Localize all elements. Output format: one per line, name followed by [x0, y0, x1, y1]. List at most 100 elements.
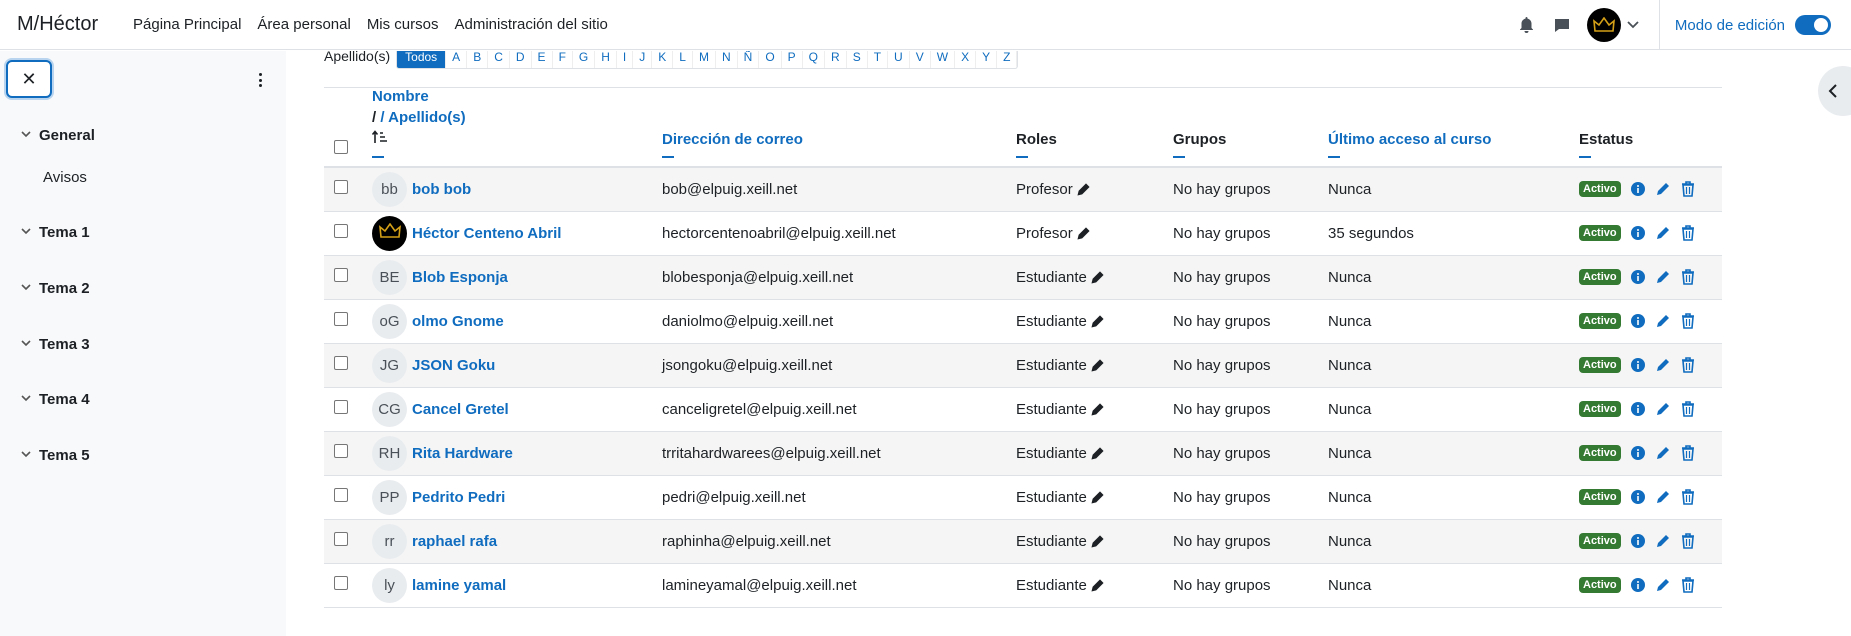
user-name-link[interactable]: Cancel Gretel — [412, 401, 509, 418]
header-name[interactable]: Nombre / / Apellido(s) — [371, 87, 662, 168]
edit-mode-toggle[interactable]: Modo de edición — [1675, 15, 1831, 35]
drawer-item-avisos[interactable]: Avisos — [43, 169, 87, 186]
row-checkbox[interactable] — [334, 444, 348, 458]
user-name-link[interactable]: JSON Goku — [412, 357, 495, 374]
close-drawer-button[interactable]: ✕ — [6, 60, 52, 98]
trash-icon[interactable] — [1681, 533, 1695, 549]
trash-icon[interactable] — [1681, 577, 1695, 593]
user-name-link[interactable]: Pedrito Pedri — [412, 489, 505, 506]
chat-icon[interactable] — [1552, 15, 1572, 35]
user-name-link[interactable]: lamine yamal — [412, 577, 506, 594]
initial-filter-letter[interactable]: A — [446, 51, 468, 68]
info-icon[interactable] — [1630, 314, 1645, 328]
edit-enrolment-icon[interactable] — [1655, 445, 1671, 461]
initial-filter-letter[interactable]: F — [553, 51, 573, 68]
initial-filter-all[interactable]: Todos — [397, 51, 447, 68]
kebab-menu-icon[interactable] — [254, 70, 266, 90]
trash-icon[interactable] — [1681, 225, 1695, 241]
initial-filter-letter[interactable]: T — [868, 51, 889, 68]
initial-filter-letter[interactable]: Y — [976, 51, 998, 68]
header-last-access[interactable]: Último acceso al curso — [1328, 87, 1579, 168]
row-checkbox[interactable] — [334, 312, 348, 326]
initial-filter-letter[interactable]: U — [888, 51, 910, 68]
initial-filter-letter[interactable]: G — [573, 51, 596, 68]
edit-role-pencil-icon[interactable] — [1091, 402, 1105, 416]
info-icon[interactable] — [1630, 226, 1645, 240]
initial-filter-letter[interactable]: D — [510, 51, 532, 68]
initial-filter-letter[interactable]: M — [693, 51, 716, 68]
info-icon[interactable] — [1630, 182, 1645, 197]
initial-filter-letter[interactable]: C — [488, 51, 510, 68]
edit-role-pencil-icon[interactable] — [1091, 534, 1105, 548]
user-menu[interactable] — [1586, 8, 1639, 42]
nav-link-dashboard[interactable]: Área personal — [249, 16, 358, 33]
row-checkbox[interactable] — [334, 400, 348, 414]
row-checkbox[interactable] — [334, 356, 348, 370]
trash-icon[interactable] — [1681, 489, 1695, 505]
initial-filter-letter[interactable]: Q — [803, 51, 826, 68]
section-tema-5[interactable]: Tema 5 — [21, 447, 90, 464]
edit-role-pencil-icon[interactable] — [1091, 270, 1105, 284]
trash-icon[interactable] — [1681, 269, 1695, 285]
section-tema-2[interactable]: Tema 2 — [21, 280, 90, 297]
initial-filter-letter[interactable]: E — [532, 51, 553, 68]
edit-enrolment-icon[interactable] — [1655, 577, 1671, 593]
info-icon[interactable] — [1630, 446, 1645, 460]
user-name-link[interactable]: bob bob — [412, 181, 471, 198]
header-last-access-label[interactable]: Último acceso al curso — [1328, 131, 1579, 148]
info-icon[interactable] — [1630, 358, 1645, 372]
edit-enrolment-icon[interactable] — [1655, 313, 1671, 329]
initial-filter-letter[interactable]: V — [910, 51, 931, 68]
edit-enrolment-icon[interactable] — [1655, 269, 1671, 285]
header-email[interactable]: Dirección de correo — [662, 87, 1016, 168]
bell-icon[interactable] — [1517, 15, 1537, 35]
edit-role-pencil-icon[interactable] — [1091, 490, 1105, 504]
user-name-link[interactable]: olmo Gnome — [412, 313, 504, 330]
edit-enrolment-icon[interactable] — [1655, 489, 1671, 505]
edit-role-pencil-icon[interactable] — [1091, 578, 1105, 592]
edit-role-pencil-icon[interactable] — [1077, 182, 1091, 196]
toggle-switch[interactable] — [1795, 15, 1831, 35]
initial-filter-letter[interactable]: I — [617, 51, 634, 68]
collapse-column-icon[interactable] — [1173, 156, 1185, 158]
row-checkbox[interactable] — [334, 180, 348, 195]
collapse-column-icon[interactable] — [1016, 156, 1028, 158]
trash-icon[interactable] — [1681, 401, 1695, 417]
trash-icon[interactable] — [1681, 181, 1695, 198]
initial-filter-letter[interactable]: P — [782, 51, 803, 68]
edit-enrolment-icon[interactable] — [1655, 225, 1671, 241]
row-checkbox[interactable] — [334, 532, 348, 546]
info-icon[interactable] — [1630, 534, 1645, 548]
edit-role-pencil-icon[interactable] — [1091, 358, 1105, 372]
site-brand[interactable]: M/Héctor — [17, 13, 125, 36]
initial-filter-letter[interactable]: W — [931, 51, 956, 68]
header-name-label[interactable]: Nombre — [372, 88, 662, 105]
initial-filter-letter[interactable]: L — [673, 51, 693, 68]
edit-enrolment-icon[interactable] — [1655, 181, 1671, 197]
trash-icon[interactable] — [1681, 445, 1695, 461]
collapse-column-icon[interactable] — [372, 156, 384, 158]
initial-filter-letter[interactable]: N — [716, 51, 738, 68]
header-email-label[interactable]: Dirección de correo — [662, 131, 1016, 148]
trash-icon[interactable] — [1681, 357, 1695, 373]
section-tema-1[interactable]: Tema 1 — [21, 224, 90, 241]
initial-filter-letter[interactable]: K — [652, 51, 674, 68]
edit-role-pencil-icon[interactable] — [1091, 446, 1105, 460]
collapse-column-icon[interactable] — [662, 156, 674, 158]
edit-role-pencil-icon[interactable] — [1077, 226, 1091, 240]
collapse-column-icon[interactable] — [1579, 156, 1591, 158]
initial-filter-letter[interactable]: R — [825, 51, 847, 68]
nav-link-site-admin[interactable]: Administración del sitio — [447, 16, 616, 33]
row-checkbox[interactable] — [334, 488, 348, 502]
user-name-link[interactable]: Rita Hardware — [412, 445, 513, 462]
select-all-checkbox[interactable] — [334, 140, 348, 154]
info-icon[interactable] — [1630, 402, 1645, 416]
initial-filter-letter[interactable]: H — [595, 51, 617, 68]
initial-filter-letter[interactable]: B — [467, 51, 489, 68]
info-icon[interactable] — [1630, 490, 1645, 504]
header-surname-label[interactable]: / Apellido(s) — [380, 109, 465, 126]
edit-enrolment-icon[interactable] — [1655, 533, 1671, 549]
nav-link-my-courses[interactable]: Mis cursos — [359, 16, 447, 33]
user-name-link[interactable]: Blob Esponja — [412, 269, 508, 286]
edit-role-pencil-icon[interactable] — [1091, 314, 1105, 328]
